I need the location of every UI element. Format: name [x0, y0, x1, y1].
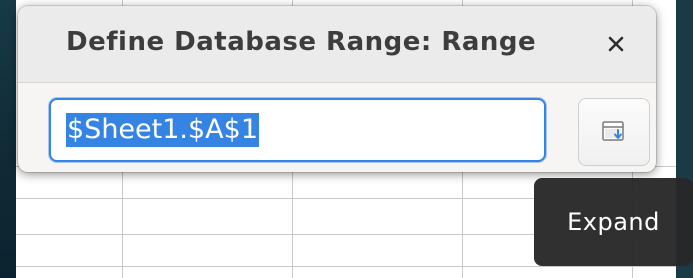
expand-button[interactable]: [578, 98, 650, 166]
expand-dialog-icon: [602, 121, 624, 141]
range-input-value: $Sheet1.$A$1: [66, 113, 260, 147]
range-input-field[interactable]: $Sheet1.$A$1: [49, 98, 546, 162]
define-database-range-dialog: Define Database Range: Range $Sheet1.$A$…: [18, 6, 656, 172]
dialog-title: Define Database Range: Range: [66, 27, 537, 57]
tooltip: Expand: [534, 178, 693, 266]
dialog-titlebar[interactable]: Define Database Range: Range: [18, 6, 656, 83]
tooltip-text: Expand: [567, 208, 660, 236]
close-button[interactable]: [598, 26, 634, 62]
close-icon: [608, 36, 624, 52]
